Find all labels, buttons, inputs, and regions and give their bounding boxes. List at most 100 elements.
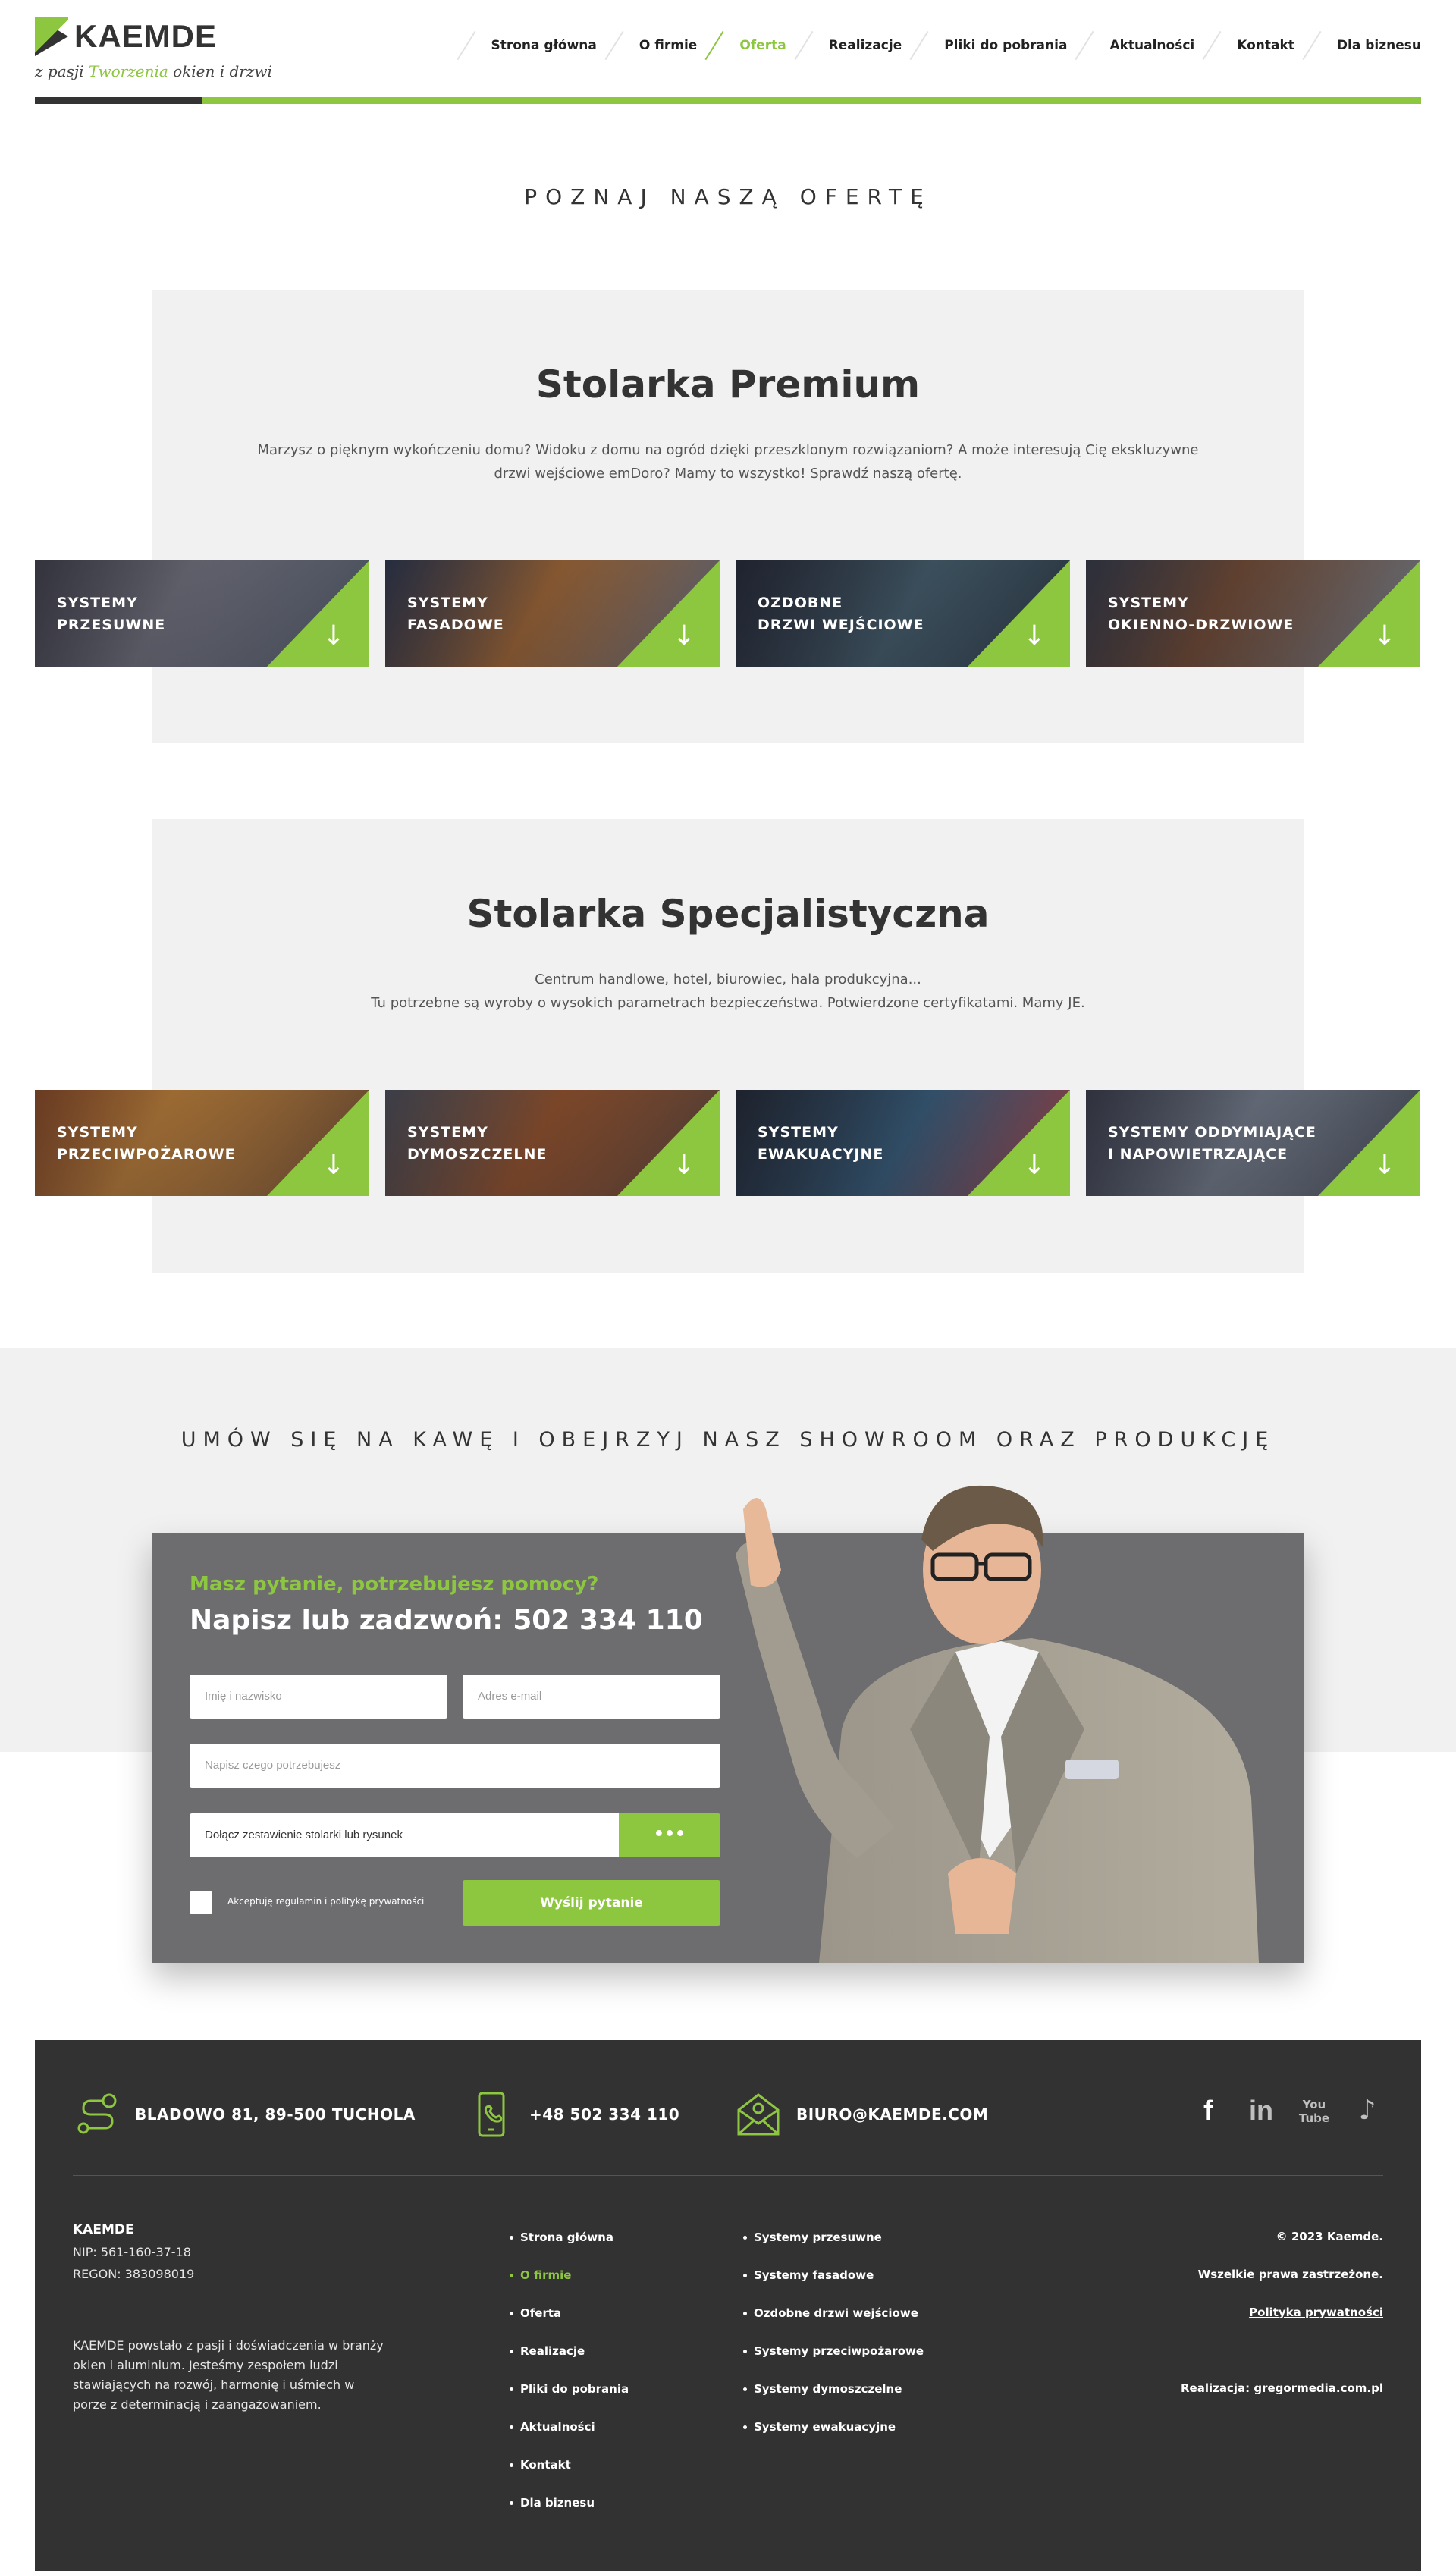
special-tiles: SYSTEMY PRZECIWPOŻAROWE ↓ SYSTEMY DYMOSZCZ… [35,1090,1421,1196]
tile-label: SYSTEMY ODDYMIAJĄCE I NAPOWIETRZAJĄCE [1108,1124,1316,1163]
footer-link[interactable]: Systemy przesuwne [743,2230,924,2268]
mail-icon [734,2090,783,2139]
nav-item-3[interactable]: Oferta [739,33,786,58]
social-links: f in You Tube ♪ [1191,2093,1385,2128]
footer-credit[interactable]: Realizacja: gregormedia.com.pl [1181,2381,1383,2395]
nav-item-8[interactable]: Dla biznesu [1337,33,1421,58]
linkedin-icon[interactable]: in [1244,2093,1279,2128]
tile-label: OZDOBNE DRZWI WEJŚCIOWE [758,595,924,633]
premium-tile-3[interactable]: OZDOBNE DRZWI WEJŚCIOWE ↓ [736,560,1070,667]
nav-item-2[interactable]: O firmie [639,33,697,58]
nav-item-7[interactable]: Kontakt [1237,33,1294,58]
tiktok-icon[interactable]: ♪ [1350,2093,1385,2128]
address-text: BLADOWO 81, 89-500 TUCHOLA [135,2105,416,2124]
arrow-down-icon: ↓ [1022,1150,1046,1181]
footer-systems: Systemy przesuwne Systemy fasadowe Ozdobne… [743,2230,924,2457]
footer-link[interactable]: Dla biznesu [510,2495,629,2533]
logo-tagline: z pasji Tworzenia okien i drzwi [35,62,272,80]
logo-mark-accent-icon [35,17,68,56]
footer-address[interactable]: BLADOWO 81, 89-500 TUCHOLA [73,2090,416,2139]
footer-divider [73,2175,1383,2176]
footer-link[interactable]: O firmie [510,2268,629,2306]
tile-corner [968,560,1070,667]
footer-email[interactable]: BIURO@KAEMDE.COM [734,2090,988,2139]
premium-tile-4[interactable]: SYSTEMY OKIENNO-DRZWIOWE ↓ [1086,560,1420,667]
tile-corner [1318,560,1420,667]
arrow-down-icon: ↓ [1373,1150,1396,1181]
footer-link[interactable]: Kontakt [510,2457,629,2495]
special-tile-3[interactable]: SYSTEMY EWAKUACYJNE ↓ [736,1090,1070,1196]
tagline-mid: Tworzenia [88,62,168,80]
special-text-line1: Centrum handlowe, hotel, biurowiec, hala… [535,972,921,987]
nav-item-4[interactable]: Realizacje [829,33,902,58]
phone-text: +48 502 334 110 [529,2105,680,2124]
tile-label: SYSTEMY EWAKUACYJNE [758,1124,884,1163]
footer-regon: REGON: 383098019 [73,2267,195,2281]
route-icon [73,2090,121,2139]
special-tile-1[interactable]: SYSTEMY PRZECIWPOŻAROWE ↓ [35,1090,369,1196]
submit-button[interactable]: Wyślij pytanie [463,1880,720,1926]
email-input[interactable]: Adres e-mail [463,1675,720,1719]
message-input[interactable]: Napisz czego potrzebujesz [190,1744,720,1788]
arrow-down-icon: ↓ [322,620,345,651]
facebook-icon[interactable]: f [1191,2093,1225,2128]
footer-link[interactable]: Pliki do pobrania [510,2381,629,2419]
kaemde-logo[interactable]: KAEMDE z pasji Tworzenia okien i drzwi [35,14,272,89]
footer-link[interactable]: Realizacje [510,2343,629,2381]
footer-link[interactable]: Strona główna [510,2230,629,2268]
footer-link[interactable]: Oferta [510,2306,629,2343]
nav-item-1[interactable]: Strona główna [491,33,597,58]
consent-label: Akceptuję regulamin i politykę prywatnoś… [228,1896,425,1907]
footer-link[interactable]: Systemy dymoszczelne [743,2381,924,2419]
form-question: Masz pytanie, potrzebujesz pomocy? [190,1573,599,1596]
privacy-policy-link[interactable]: Polityka prywatności [1249,2306,1383,2319]
tile-corner [267,1090,369,1196]
footer-copyright: © 2023 Kaemde. [1276,2230,1383,2243]
footer-description: KAEMDE powstało z pasji i doświadczenia … [73,2338,384,2412]
premium-tile-2[interactable]: SYSTEMY FASADOWE ↓ [385,560,720,667]
tile-label: SYSTEMY PRZESUWNE [57,595,166,633]
footer-link[interactable]: Aktualności [510,2419,629,2457]
header-divider-green [202,97,1421,104]
footer-menu: Strona główna O firmie Oferta Realizacje Pli… [510,2230,629,2533]
premium-tile-1[interactable]: SYSTEMY PRZESUWNE ↓ [35,560,369,667]
attach-button[interactable]: ••• [619,1813,720,1857]
site-footer: BLADOWO 81, 89-500 TUCHOLA +48 502 334 1… [35,2040,1421,2571]
consent-checkbox[interactable] [190,1891,212,1914]
nav-item-5[interactable]: Pliki do pobrania [944,33,1067,58]
tile-corner [617,560,720,667]
footer-nip: NIP: 561-160-37-18 [73,2245,191,2259]
arrow-down-icon: ↓ [1373,620,1396,651]
footer-link[interactable]: Ozdobne drzwi wejściowe [743,2306,924,2343]
arrow-down-icon: ↓ [672,1150,695,1181]
attachment-field[interactable]: Dołącz zestawienie stolarki lub rysunek [190,1813,619,1857]
phone-icon [467,2090,516,2139]
tile-label: SYSTEMY PRZECIWPOŻAROWE [57,1124,236,1163]
cta-title: UMÓW SIĘ NA KAWĘ I OBEJRZYJ NASZ SHOWROO… [180,1428,1276,1452]
header-divider-dark [35,97,202,104]
arrow-down-icon: ↓ [672,620,695,651]
special-panel: Stolarka Specjalistyczna Centrum handlow… [152,819,1304,1273]
special-tile-4[interactable]: SYSTEMY ODDYMIAJĄCE I NAPOWIETRZAJĄCE ↓ [1086,1090,1420,1196]
tile-label: SYSTEMY FASADOWE [407,595,504,633]
footer-link[interactable]: Systemy przeciwpożarowe [743,2343,924,2381]
consultant-photo [736,1485,1259,1963]
premium-panel: Stolarka Premium Marzysz o pięknym wykoń… [152,290,1304,743]
special-tile-2[interactable]: SYSTEMY DYMOSZCZELNE ↓ [385,1090,720,1196]
email-text: BIURO@KAEMDE.COM [796,2105,989,2124]
tile-label: SYSTEMY OKIENNO-DRZWIOWE [1108,595,1294,633]
special-title: Stolarka Specjalistyczna [466,892,990,936]
footer-link[interactable]: Systemy ewakuacyjne [743,2419,924,2457]
footer-rights: Wszelkie prawa zastrzeżone. [1197,2268,1383,2281]
premium-tiles: SYSTEMY PRZESUWNE ↓ SYSTEMY FASADOWE ↓ OZDOB… [35,560,1421,667]
tagline-pre: z pasji [35,62,84,80]
name-input[interactable]: Imię i nazwisko [190,1675,447,1719]
premium-text-line1: Marzysz o pięknym wykończeniu domu? Wido… [257,442,1199,458]
tile-corner [968,1090,1070,1196]
footer-link[interactable]: Systemy fasadowe [743,2268,924,2306]
site-header: KAEMDE z pasji Tworzenia okien i drzwi S… [0,0,1456,106]
footer-phone[interactable]: +48 502 334 110 [467,2090,679,2139]
tile-corner [1318,1090,1420,1196]
nav-item-6[interactable]: Aktualności [1109,33,1194,58]
youtube-icon[interactable]: You Tube [1297,2093,1332,2128]
